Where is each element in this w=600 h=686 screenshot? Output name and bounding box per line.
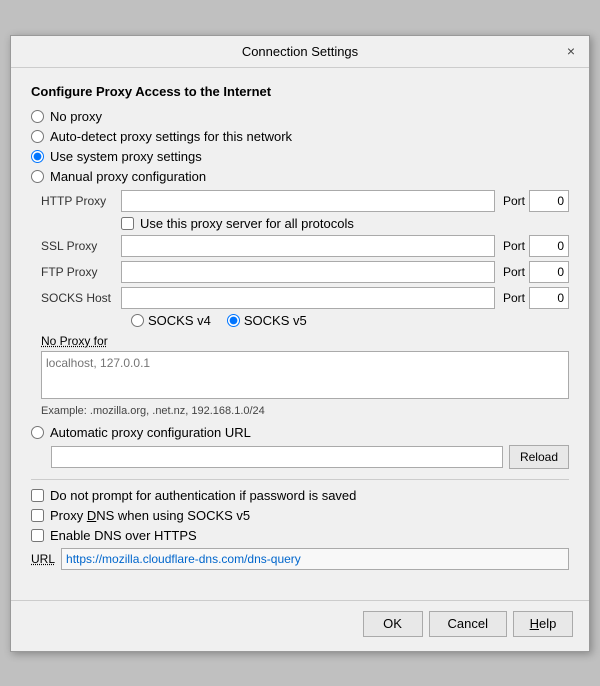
bottom-options-section: Do not prompt for authentication if pass… — [31, 488, 569, 570]
socks-port-input[interactable] — [529, 287, 569, 309]
manual-proxy-label: Manual proxy configuration — [50, 169, 206, 184]
ok-button[interactable]: OK — [363, 611, 423, 637]
socks4-label: SOCKS v4 — [148, 313, 211, 328]
button-row: OK Cancel Help — [11, 600, 589, 651]
connection-settings-dialog: Connection Settings × Configure Proxy Ac… — [10, 35, 590, 652]
enable-dns-https-option[interactable]: Enable DNS over HTTPS — [31, 528, 569, 543]
no-proxy-textarea[interactable] — [41, 351, 569, 399]
socks5-label: SOCKS v5 — [244, 313, 307, 328]
auto-proxy-url-input[interactable] — [51, 446, 503, 468]
auto-proxy-input-row: Reload — [51, 445, 569, 469]
use-all-protocols-checkbox[interactable] — [121, 217, 134, 230]
auto-proxy-config-label: Automatic proxy configuration URL — [50, 425, 251, 440]
use-system-option[interactable]: Use system proxy settings — [31, 149, 569, 164]
ssl-port-input[interactable] — [529, 235, 569, 257]
close-button[interactable]: × — [561, 41, 581, 61]
ftp-proxy-row: FTP Proxy Port — [41, 261, 569, 283]
no-proxy-for-section: No Proxy for Example: .mozilla.org, .net… — [31, 334, 569, 417]
ftp-port-input[interactable] — [529, 261, 569, 283]
no-proxy-label: No proxy — [50, 109, 102, 124]
ftp-port-label: Port — [503, 265, 525, 279]
ftp-proxy-input[interactable] — [121, 261, 495, 283]
use-system-label: Use system proxy settings — [50, 149, 202, 164]
socks4-option[interactable]: SOCKS v4 — [131, 313, 211, 328]
proxy-dns-option[interactable]: Proxy DNS when using SOCKS v5 — [31, 508, 569, 523]
auto-proxy-config-option[interactable]: Automatic proxy configuration URL — [31, 425, 569, 440]
socks-host-row: SOCKS Host Port — [41, 287, 569, 309]
socks-version-row: SOCKS v4 SOCKS v5 — [131, 313, 569, 328]
enable-dns-https-label: Enable DNS over HTTPS — [50, 528, 197, 543]
auto-detect-label: Auto-detect proxy settings for this netw… — [50, 129, 292, 144]
ssl-proxy-row: SSL Proxy Port — [41, 235, 569, 257]
http-proxy-label: HTTP Proxy — [41, 194, 121, 208]
ftp-proxy-label: FTP Proxy — [41, 265, 121, 279]
use-all-protocols-row: Use this proxy server for all protocols — [121, 216, 569, 231]
http-proxy-row: HTTP Proxy Port — [41, 190, 569, 212]
cancel-button[interactable]: Cancel — [429, 611, 507, 637]
dialog-content: Configure Proxy Access to the Internet N… — [11, 68, 589, 592]
proxy-options-group: No proxy Auto-detect proxy settings for … — [31, 109, 569, 469]
no-proxy-option[interactable]: No proxy — [31, 109, 569, 124]
dns-url-label: URL — [31, 552, 55, 566]
reload-button[interactable]: Reload — [509, 445, 569, 469]
socks5-option[interactable]: SOCKS v5 — [227, 313, 307, 328]
dialog-title: Connection Settings — [242, 44, 358, 59]
http-port-label: Port — [503, 194, 525, 208]
http-proxy-input[interactable] — [121, 190, 495, 212]
help-button[interactable]: Help — [513, 611, 573, 637]
no-proxy-example: Example: .mozilla.org, .net.nz, 192.168.… — [41, 405, 569, 417]
proxy-dns-label: Proxy DNS when using SOCKS v5 — [50, 508, 250, 523]
use-all-protocols-label: Use this proxy server for all protocols — [140, 216, 354, 231]
no-auth-prompt-option[interactable]: Do not prompt for authentication if pass… — [31, 488, 569, 503]
no-auth-prompt-checkbox[interactable] — [31, 489, 44, 502]
ssl-proxy-input[interactable] — [121, 235, 495, 257]
ssl-port-label: Port — [503, 239, 525, 253]
socks-port-label: Port — [503, 291, 525, 305]
no-proxy-for-label: No Proxy for — [41, 334, 569, 348]
manual-proxy-fields: HTTP Proxy Port Use this proxy server fo… — [41, 190, 569, 328]
title-bar: Connection Settings × — [11, 36, 589, 68]
divider — [31, 479, 569, 480]
ssl-proxy-label: SSL Proxy — [41, 239, 121, 253]
enable-dns-https-checkbox[interactable] — [31, 529, 44, 542]
dns-url-row: URL — [31, 548, 569, 570]
proxy-dns-checkbox[interactable] — [31, 509, 44, 522]
auto-detect-option[interactable]: Auto-detect proxy settings for this netw… — [31, 129, 569, 144]
section-heading: Configure Proxy Access to the Internet — [31, 84, 569, 99]
socks-host-label: SOCKS Host — [41, 291, 121, 305]
no-auth-prompt-label: Do not prompt for authentication if pass… — [50, 488, 356, 503]
dns-url-input[interactable] — [61, 548, 569, 570]
socks-host-input[interactable] — [121, 287, 495, 309]
http-port-input[interactable] — [529, 190, 569, 212]
manual-proxy-option[interactable]: Manual proxy configuration — [31, 169, 569, 184]
